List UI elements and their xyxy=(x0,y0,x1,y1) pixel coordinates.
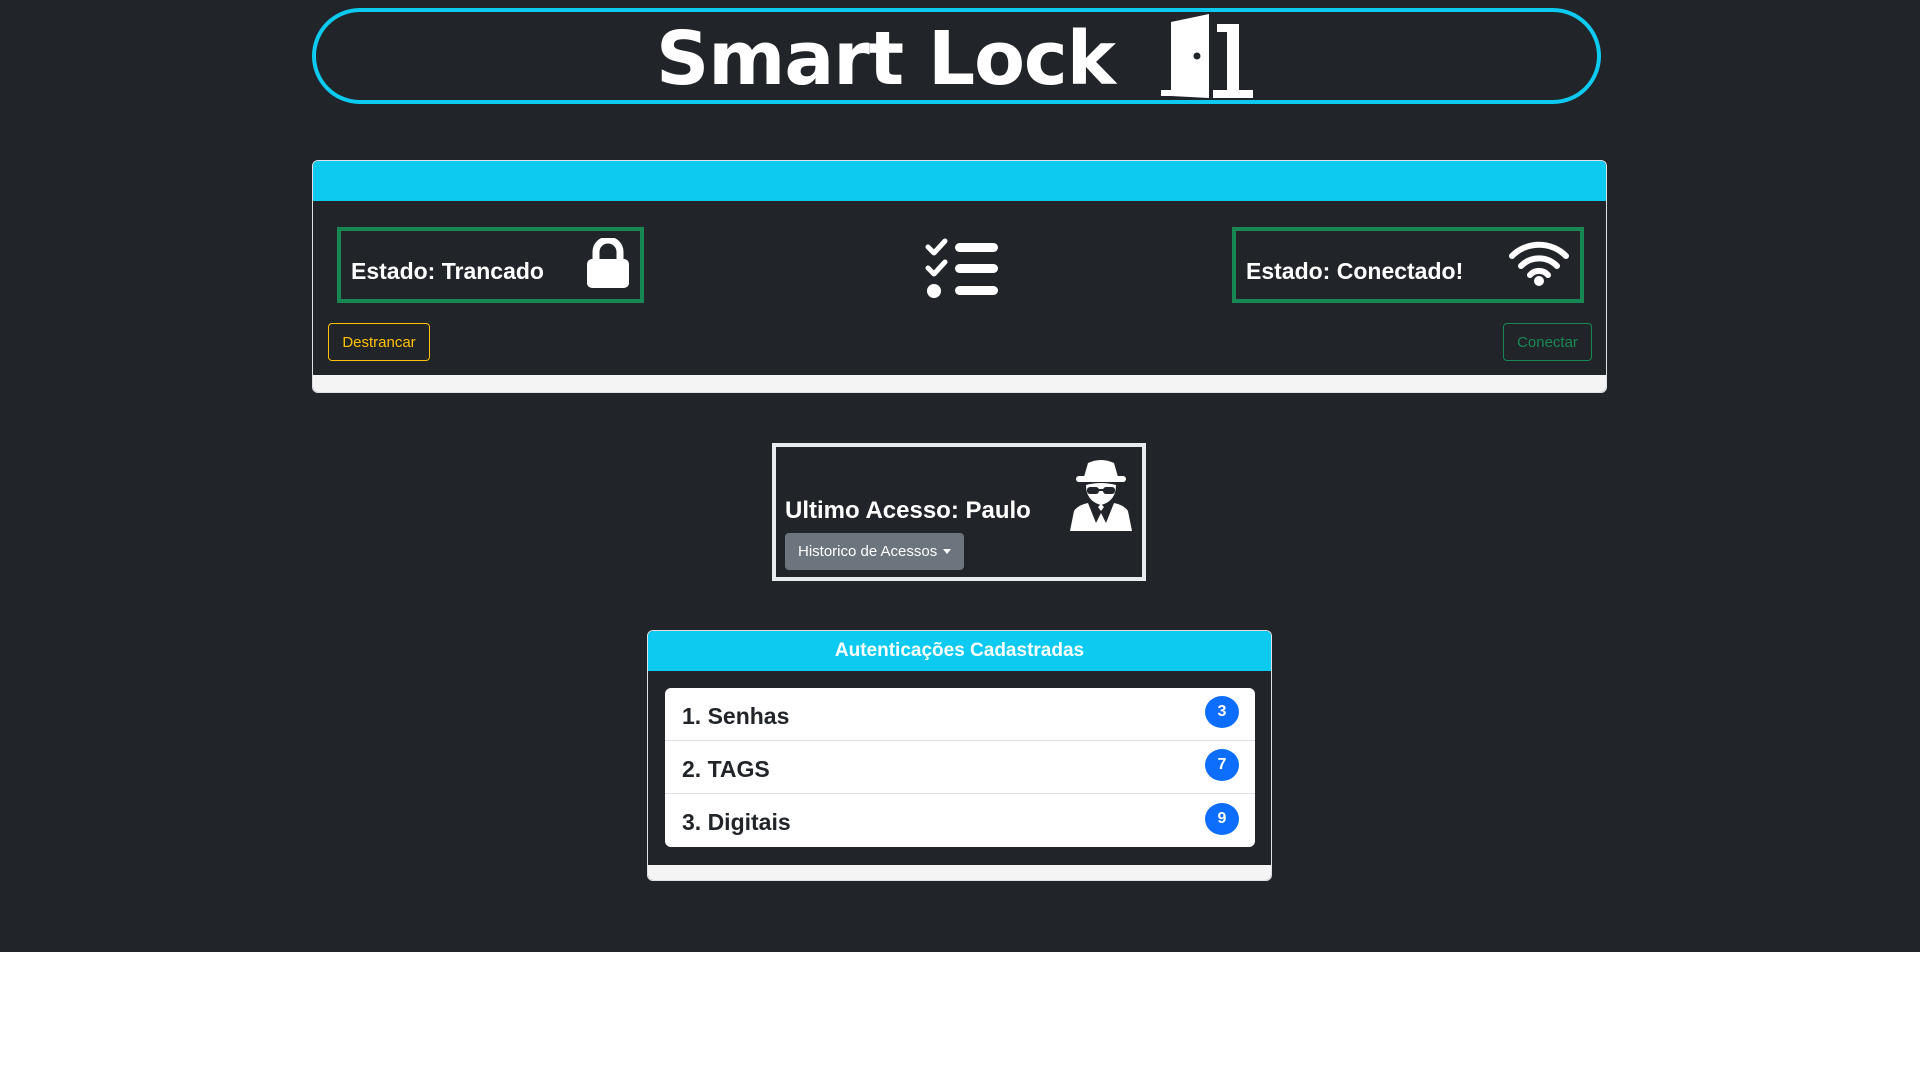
tasks-icon xyxy=(925,238,999,305)
last-access-text: Ultimo Acesso: Paulo xyxy=(785,497,1031,524)
connection-state-text: Estado: Conectado! xyxy=(1246,257,1464,284)
status-card-header xyxy=(313,161,1606,201)
auth-card-title: Autenticações Cadastradas xyxy=(648,631,1271,671)
unlock-button[interactable]: Destrancar xyxy=(328,323,430,361)
app-title: Smart Lock xyxy=(655,16,1116,102)
auth-card: Autenticações Cadastradas 1. Senhas 3 2.… xyxy=(647,630,1272,881)
list-item-label: 2. TAGS xyxy=(682,755,770,782)
lock-icon xyxy=(586,236,630,293)
access-history-dropdown[interactable]: Historico de Acessos xyxy=(785,533,965,570)
wifi-icon xyxy=(1508,240,1570,291)
count-badge: 9 xyxy=(1205,802,1239,835)
status-card-footer xyxy=(313,375,1606,392)
app-header: Smart Lock xyxy=(312,8,1601,104)
list-item-label: 1. Senhas xyxy=(682,702,790,729)
auth-list: 1. Senhas 3 2. TAGS 7 3. Digitais 9 xyxy=(665,688,1255,847)
user-secret-icon xyxy=(1068,457,1134,536)
connection-state-panel: Estado: Conectado! xyxy=(1232,227,1584,303)
auth-card-footer xyxy=(648,865,1271,880)
list-item[interactable]: 2. TAGS 7 xyxy=(665,741,1255,794)
door-open-icon xyxy=(1161,14,1257,98)
count-badge: 7 xyxy=(1205,749,1239,781)
connect-button[interactable]: Conectar xyxy=(1503,323,1592,361)
caret-down-icon xyxy=(943,549,952,554)
count-badge: 3 xyxy=(1205,696,1239,728)
access-history-label: Historico de Acessos xyxy=(798,543,938,560)
status-card: Estado: Trancado Estado: Conectado! Dest… xyxy=(312,160,1607,393)
last-access-panel: Ultimo Acesso: Paulo Historico de Acesso… xyxy=(772,443,1146,581)
list-item[interactable]: 1. Senhas 3 xyxy=(665,688,1255,741)
list-item-label: 3. Digitais xyxy=(682,809,791,835)
lock-state-text: Estado: Trancado xyxy=(351,257,544,284)
lock-state-panel: Estado: Trancado xyxy=(337,227,644,303)
list-item[interactable]: 3. Digitais 9 xyxy=(665,794,1255,847)
